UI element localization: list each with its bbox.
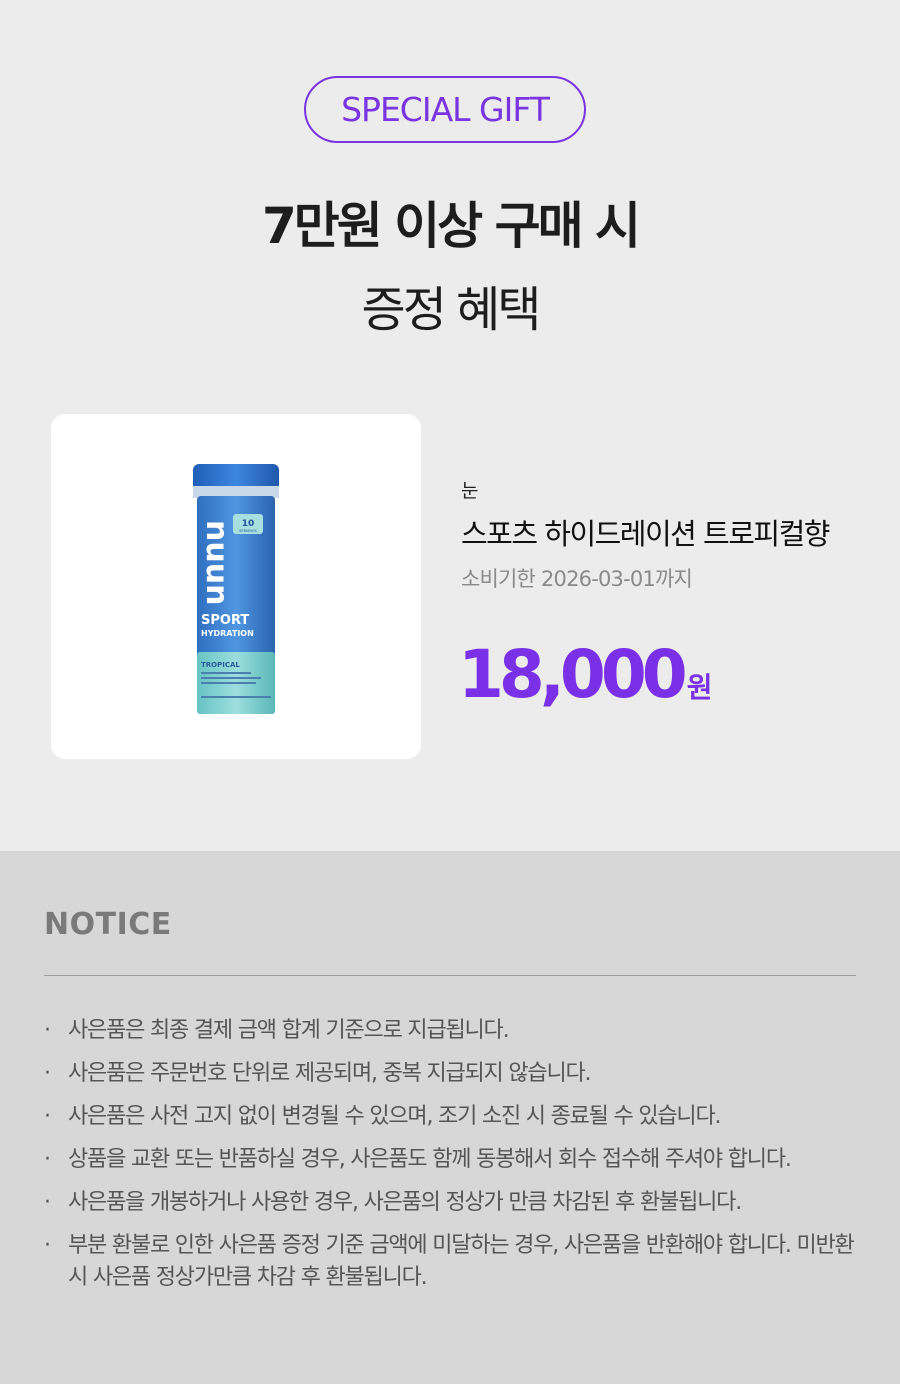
notice-text: 사은품은 최종 결제 금액 합계 기준으로 지급됩니다. xyxy=(68,1018,510,1043)
product-expiry: 소비기한 2026-03-01까지 xyxy=(461,567,693,591)
product-brand: 눈 xyxy=(461,480,479,502)
product-price: 18,000 원 xyxy=(458,636,712,713)
price-amount: 18,000 xyxy=(458,636,688,713)
svg-text:10: 10 xyxy=(242,519,255,529)
notice-text: 상품을 교환 또는 반품하실 경우, 사은품도 함께 동봉해서 회수 접수해 주… xyxy=(68,1147,792,1172)
notice-item: · 사은품은 최종 결제 금액 합계 기준으로 지급됩니다. xyxy=(44,1015,874,1047)
gift-section: SPECIAL GIFT 7만원 이상 구매 시 증정 혜택 10 SERVIN… xyxy=(0,0,900,851)
notice-section: NOTICE · 사은품은 최종 결제 금액 합계 기준으로 지급됩니다. · … xyxy=(0,851,900,1384)
notice-text: 사은품은 주문번호 단위로 제공되며, 중복 지급되지 않습니다. xyxy=(68,1061,592,1086)
headline: 7만원 이상 구매 시 xyxy=(261,197,641,255)
svg-text:SPORT: SPORT xyxy=(201,613,249,628)
notice-text: 부분 환불로 인한 사은품 증정 기준 금액에 미달하는 경우, 사은품을 반환… xyxy=(68,1233,855,1290)
price-unit: 원 xyxy=(686,671,713,704)
bullet-dot: · xyxy=(44,1190,51,1215)
product-tube-image: 10 SERVINGS nuun SPORT HYDRATION TROPICA… xyxy=(193,464,279,714)
notice-text: 사은품을 개봉하거나 사용한 경우, 사은품의 정상가 만큼 차감된 후 환불됩… xyxy=(68,1190,742,1215)
notice-item: · 사은품을 개봉하거나 사용한 경우, 사은품의 정상가 만큼 차감된 후 환… xyxy=(44,1187,874,1219)
notice-item: · 사은품은 사전 고지 없이 변경될 수 있으며, 조기 소진 시 종료될 수… xyxy=(44,1101,874,1133)
notice-item: · 상품을 교환 또는 반품하실 경우, 사은품도 함께 동봉해서 회수 접수해… xyxy=(44,1144,804,1176)
svg-text:TROPICAL: TROPICAL xyxy=(201,661,240,669)
bullet-dot: · xyxy=(44,1061,51,1086)
notice-divider xyxy=(44,975,856,976)
bullet-dot: · xyxy=(44,1018,51,1043)
svg-text:SERVINGS: SERVINGS xyxy=(239,529,257,533)
product-image-card[interactable]: 10 SERVINGS nuun SPORT HYDRATION TROPICA… xyxy=(51,414,421,759)
special-gift-badge: SPECIAL GIFT xyxy=(304,76,586,143)
subline: 증정 혜택 xyxy=(361,282,542,338)
product-name[interactable]: 스포츠 하이드레이션 트로피컬향 xyxy=(461,511,830,553)
notice-text: 사은품은 사전 고지 없이 변경될 수 있으며, 조기 소진 시 종료될 수 있… xyxy=(68,1104,722,1129)
notice-item: · 부분 환불로 인한 사은품 증정 기준 금액에 미달하는 경우, 사은품을 … xyxy=(44,1230,864,1294)
notice-title: NOTICE xyxy=(44,907,172,942)
svg-text:HYDRATION: HYDRATION xyxy=(201,629,254,638)
notice-item: · 사은품은 주문번호 단위로 제공되며, 중복 지급되지 않습니다. xyxy=(44,1058,874,1090)
svg-text:nuun: nuun xyxy=(199,520,234,605)
bullet-dot: · xyxy=(44,1233,51,1258)
bullet-dot: · xyxy=(44,1147,51,1172)
bullet-dot: · xyxy=(44,1104,51,1129)
notice-list: · 사은품은 최종 결제 금액 합계 기준으로 지급됩니다. · 사은품은 주문… xyxy=(44,1015,874,1305)
